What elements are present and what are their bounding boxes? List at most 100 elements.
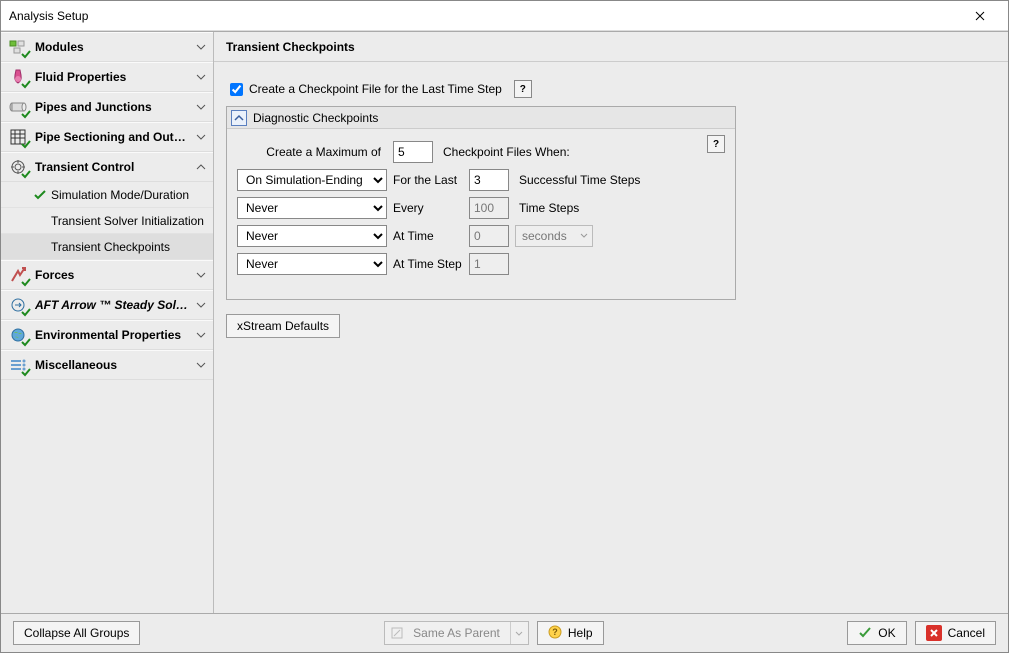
- chevron-up-icon: [195, 161, 207, 173]
- collapse-label: Collapse All Groups: [24, 626, 129, 640]
- window-title: Analysis Setup: [9, 9, 960, 23]
- chevron-down-icon: [195, 131, 207, 143]
- row-label: Every: [393, 201, 463, 215]
- main-area: Modules Fluid Properties Pipes and Junct…: [1, 31, 1008, 614]
- content-header: Transient Checkpoints: [214, 32, 1008, 62]
- ok-button[interactable]: OK: [847, 621, 906, 645]
- trigger-select-1[interactable]: Never: [237, 197, 387, 219]
- unit-select-disabled: seconds: [515, 225, 593, 247]
- group-label: Environmental Properties: [35, 328, 189, 342]
- content-pane: Transient Checkpoints Create a Checkpoin…: [214, 32, 1008, 613]
- sidebar-group-arrow[interactable]: AFT Arrow ™ Steady Solution: [1, 290, 213, 320]
- group-label: Miscellaneous: [35, 358, 189, 372]
- sidebar-group-environmental[interactable]: Environmental Properties: [1, 320, 213, 350]
- chevron-down-icon: [580, 233, 588, 239]
- edit-icon: [385, 626, 409, 640]
- subitem-label: Simulation Mode/Duration: [51, 188, 189, 202]
- chevron-down-icon: [195, 41, 207, 53]
- trigger-row-1: Never Every Time Steps: [237, 197, 725, 219]
- help-button[interactable]: ?: [707, 135, 725, 153]
- fieldset-title: Diagnostic Checkpoints: [253, 111, 378, 125]
- defaults-label: xStream Defaults: [237, 319, 329, 333]
- max-row: Create a Maximum of Checkpoint Files Whe…: [237, 141, 725, 163]
- checkpoint-checkbox-row: Create a Checkpoint File for the Last Ti…: [230, 80, 996, 98]
- check-icon: [33, 188, 47, 202]
- chevron-down-icon: [195, 359, 207, 371]
- trigger-select-3[interactable]: Never: [237, 253, 387, 275]
- window-close-button[interactable]: [960, 4, 1000, 28]
- check-icon: [858, 625, 872, 642]
- sidebar-group-fluid[interactable]: Fluid Properties: [1, 62, 213, 92]
- sidebar-group-transient[interactable]: Transient Control: [1, 152, 213, 182]
- group-label: Modules: [35, 40, 189, 54]
- pipes-icon: [7, 97, 29, 117]
- max-label-left: Create a Maximum of: [237, 145, 387, 159]
- row-suffix: Successful Time Steps: [515, 173, 725, 187]
- help-icon: ?: [548, 625, 562, 642]
- checkpoint-checkbox[interactable]: [230, 83, 243, 96]
- fieldset-header[interactable]: Diagnostic Checkpoints: [227, 107, 735, 129]
- trigger-row-3: Never At Time Step: [237, 253, 725, 275]
- row-input-1: [469, 197, 509, 219]
- cancel-icon: [926, 625, 942, 641]
- defaults-button[interactable]: xStream Defaults: [226, 314, 340, 338]
- sidebar-item-checkpoints[interactable]: Transient Checkpoints: [1, 234, 213, 260]
- row-label: At Time: [393, 229, 463, 243]
- chevron-down-icon: [195, 71, 207, 83]
- group-label: Fluid Properties: [35, 70, 189, 84]
- blank-icon: [33, 240, 47, 254]
- footer: Collapse All Groups Same As Parent ? Hel…: [1, 614, 1008, 652]
- chevron-down-icon: [510, 622, 528, 644]
- row-input-3: [469, 253, 509, 275]
- group-label: Pipe Sectioning and Output: [35, 130, 189, 144]
- sidebar-group-misc[interactable]: Miscellaneous: [1, 350, 213, 380]
- sidebar-group-forces[interactable]: Forces: [1, 260, 213, 290]
- help-button[interactable]: ?: [514, 80, 532, 98]
- chevron-down-icon: [195, 329, 207, 341]
- svg-text:?: ?: [552, 627, 558, 637]
- sectioning-icon: [7, 127, 29, 147]
- checkpoint-checkbox-label[interactable]: Create a Checkpoint File for the Last Ti…: [249, 82, 502, 96]
- collapse-all-button[interactable]: Collapse All Groups: [13, 621, 140, 645]
- sidebar-group-modules[interactable]: Modules: [1, 32, 213, 62]
- collapse-toggle[interactable]: [231, 110, 247, 126]
- group-label: Forces: [35, 268, 189, 282]
- cancel-label: Cancel: [948, 626, 985, 640]
- sidebar-group-pipes[interactable]: Pipes and Junctions: [1, 92, 213, 122]
- subitem-label: Transient Solver Initialization: [51, 214, 204, 228]
- chevron-up-icon: [234, 114, 244, 122]
- row-input-2: [469, 225, 509, 247]
- sidebar-group-sectioning[interactable]: Pipe Sectioning and Output: [1, 122, 213, 152]
- row-label: For the Last: [393, 173, 463, 187]
- trigger-select-0[interactable]: On Simulation-Ending Error: [237, 169, 387, 191]
- row-input-0[interactable]: [469, 169, 509, 191]
- trigger-row-2: Never At Time seconds: [237, 225, 725, 247]
- help-label: Help: [568, 626, 593, 640]
- max-input[interactable]: [393, 141, 433, 163]
- arrow-icon: [7, 295, 29, 315]
- trigger-select-2[interactable]: Never: [237, 225, 387, 247]
- chevron-down-icon: [195, 299, 207, 311]
- sidebar: Modules Fluid Properties Pipes and Junct…: [1, 32, 214, 613]
- transient-icon: [7, 157, 29, 177]
- row-suffix: Time Steps: [515, 201, 725, 215]
- diagnostic-fieldset: Diagnostic Checkpoints ? Create a Maximu…: [226, 106, 736, 300]
- same-as-parent-label: Same As Parent: [409, 626, 510, 640]
- cancel-button[interactable]: Cancel: [915, 621, 996, 645]
- sidebar-item-solver-init[interactable]: Transient Solver Initialization: [1, 208, 213, 234]
- sidebar-item-simulation-mode[interactable]: Simulation Mode/Duration: [1, 182, 213, 208]
- chevron-down-icon: [195, 269, 207, 281]
- forces-icon: [7, 265, 29, 285]
- trigger-row-0: On Simulation-Ending Error For the Last …: [237, 169, 725, 191]
- misc-icon: [7, 355, 29, 375]
- blank-icon: [33, 214, 47, 228]
- same-as-parent-combo[interactable]: Same As Parent: [384, 621, 529, 645]
- transient-subitems: Simulation Mode/Duration Transient Solve…: [1, 182, 213, 260]
- group-label: Pipes and Junctions: [35, 100, 189, 114]
- fluid-icon: [7, 67, 29, 87]
- fieldset-body: ? Create a Maximum of Checkpoint Files W…: [227, 129, 735, 287]
- help-button[interactable]: ? Help: [537, 621, 604, 645]
- titlebar: Analysis Setup: [1, 1, 1008, 31]
- chevron-down-icon: [195, 101, 207, 113]
- group-label: Transient Control: [35, 160, 189, 174]
